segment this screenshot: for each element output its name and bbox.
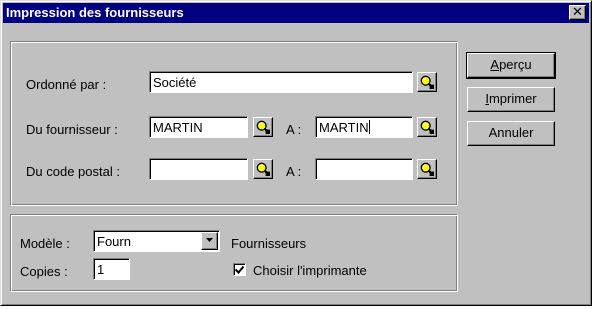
supplier-to-lookup-button[interactable] xyxy=(417,117,437,137)
supplier-to-field[interactable]: MARTIN xyxy=(315,116,413,138)
output-group xyxy=(10,214,458,292)
sort-by-field[interactable]: Société xyxy=(149,71,413,93)
postal-code-from-label: Du code postal : xyxy=(26,164,120,179)
supplier-from-label: Du fournisseur : xyxy=(26,122,118,137)
postal-code-to-lookup-button[interactable] xyxy=(417,159,437,179)
magnifier-icon xyxy=(420,120,434,134)
magnifier-icon xyxy=(420,75,434,89)
model-dropdown-button[interactable] xyxy=(201,232,218,250)
print-suppliers-dialog: Impression des fournisseurs ✕ Ordonné pa… xyxy=(0,0,592,306)
text-caret xyxy=(368,120,370,134)
postal-code-to-field[interactable] xyxy=(315,158,413,180)
print-button[interactable]: Imprimer xyxy=(467,87,555,112)
model-description: Fournisseurs xyxy=(231,236,307,251)
postal-code-to-label: A : xyxy=(286,164,302,179)
sort-by-label: Ordonné par : xyxy=(26,77,107,92)
cancel-button[interactable]: Annuler xyxy=(467,121,555,146)
magnifier-icon xyxy=(256,120,270,134)
model-select-value: Fourn xyxy=(97,234,131,249)
postal-code-from-lookup-button[interactable] xyxy=(253,159,273,179)
close-button[interactable]: ✕ xyxy=(569,5,586,20)
supplier-to-label: A : xyxy=(286,122,302,137)
print-button-label: mprimer xyxy=(488,91,537,106)
dialog-title: Impression des fournisseurs xyxy=(6,5,184,20)
title-bar[interactable]: Impression des fournisseurs ✕ xyxy=(3,3,589,23)
magnifier-icon xyxy=(420,162,434,176)
choose-printer-label[interactable]: Choisir l'imprimante xyxy=(253,263,367,278)
sort-by-lookup-button[interactable] xyxy=(417,72,437,92)
preview-button-mnemonic: A xyxy=(490,57,500,72)
preview-button-label: perçu xyxy=(499,57,532,72)
supplier-from-field[interactable]: MARTIN xyxy=(149,116,248,138)
magnifier-icon xyxy=(256,162,270,176)
checkmark-icon xyxy=(235,265,244,274)
postal-code-from-field[interactable] xyxy=(149,158,248,180)
copies-field[interactable]: 1 xyxy=(93,258,130,280)
chevron-down-icon xyxy=(206,238,213,242)
preview-button[interactable]: Aperçu xyxy=(466,52,556,79)
supplier-to-value: MARTIN xyxy=(319,120,369,135)
copies-label: Copies : xyxy=(20,264,68,279)
close-icon: ✕ xyxy=(572,4,583,19)
choose-printer-checkbox[interactable] xyxy=(233,263,246,276)
supplier-from-lookup-button[interactable] xyxy=(253,117,273,137)
model-label: Modèle : xyxy=(20,236,70,251)
